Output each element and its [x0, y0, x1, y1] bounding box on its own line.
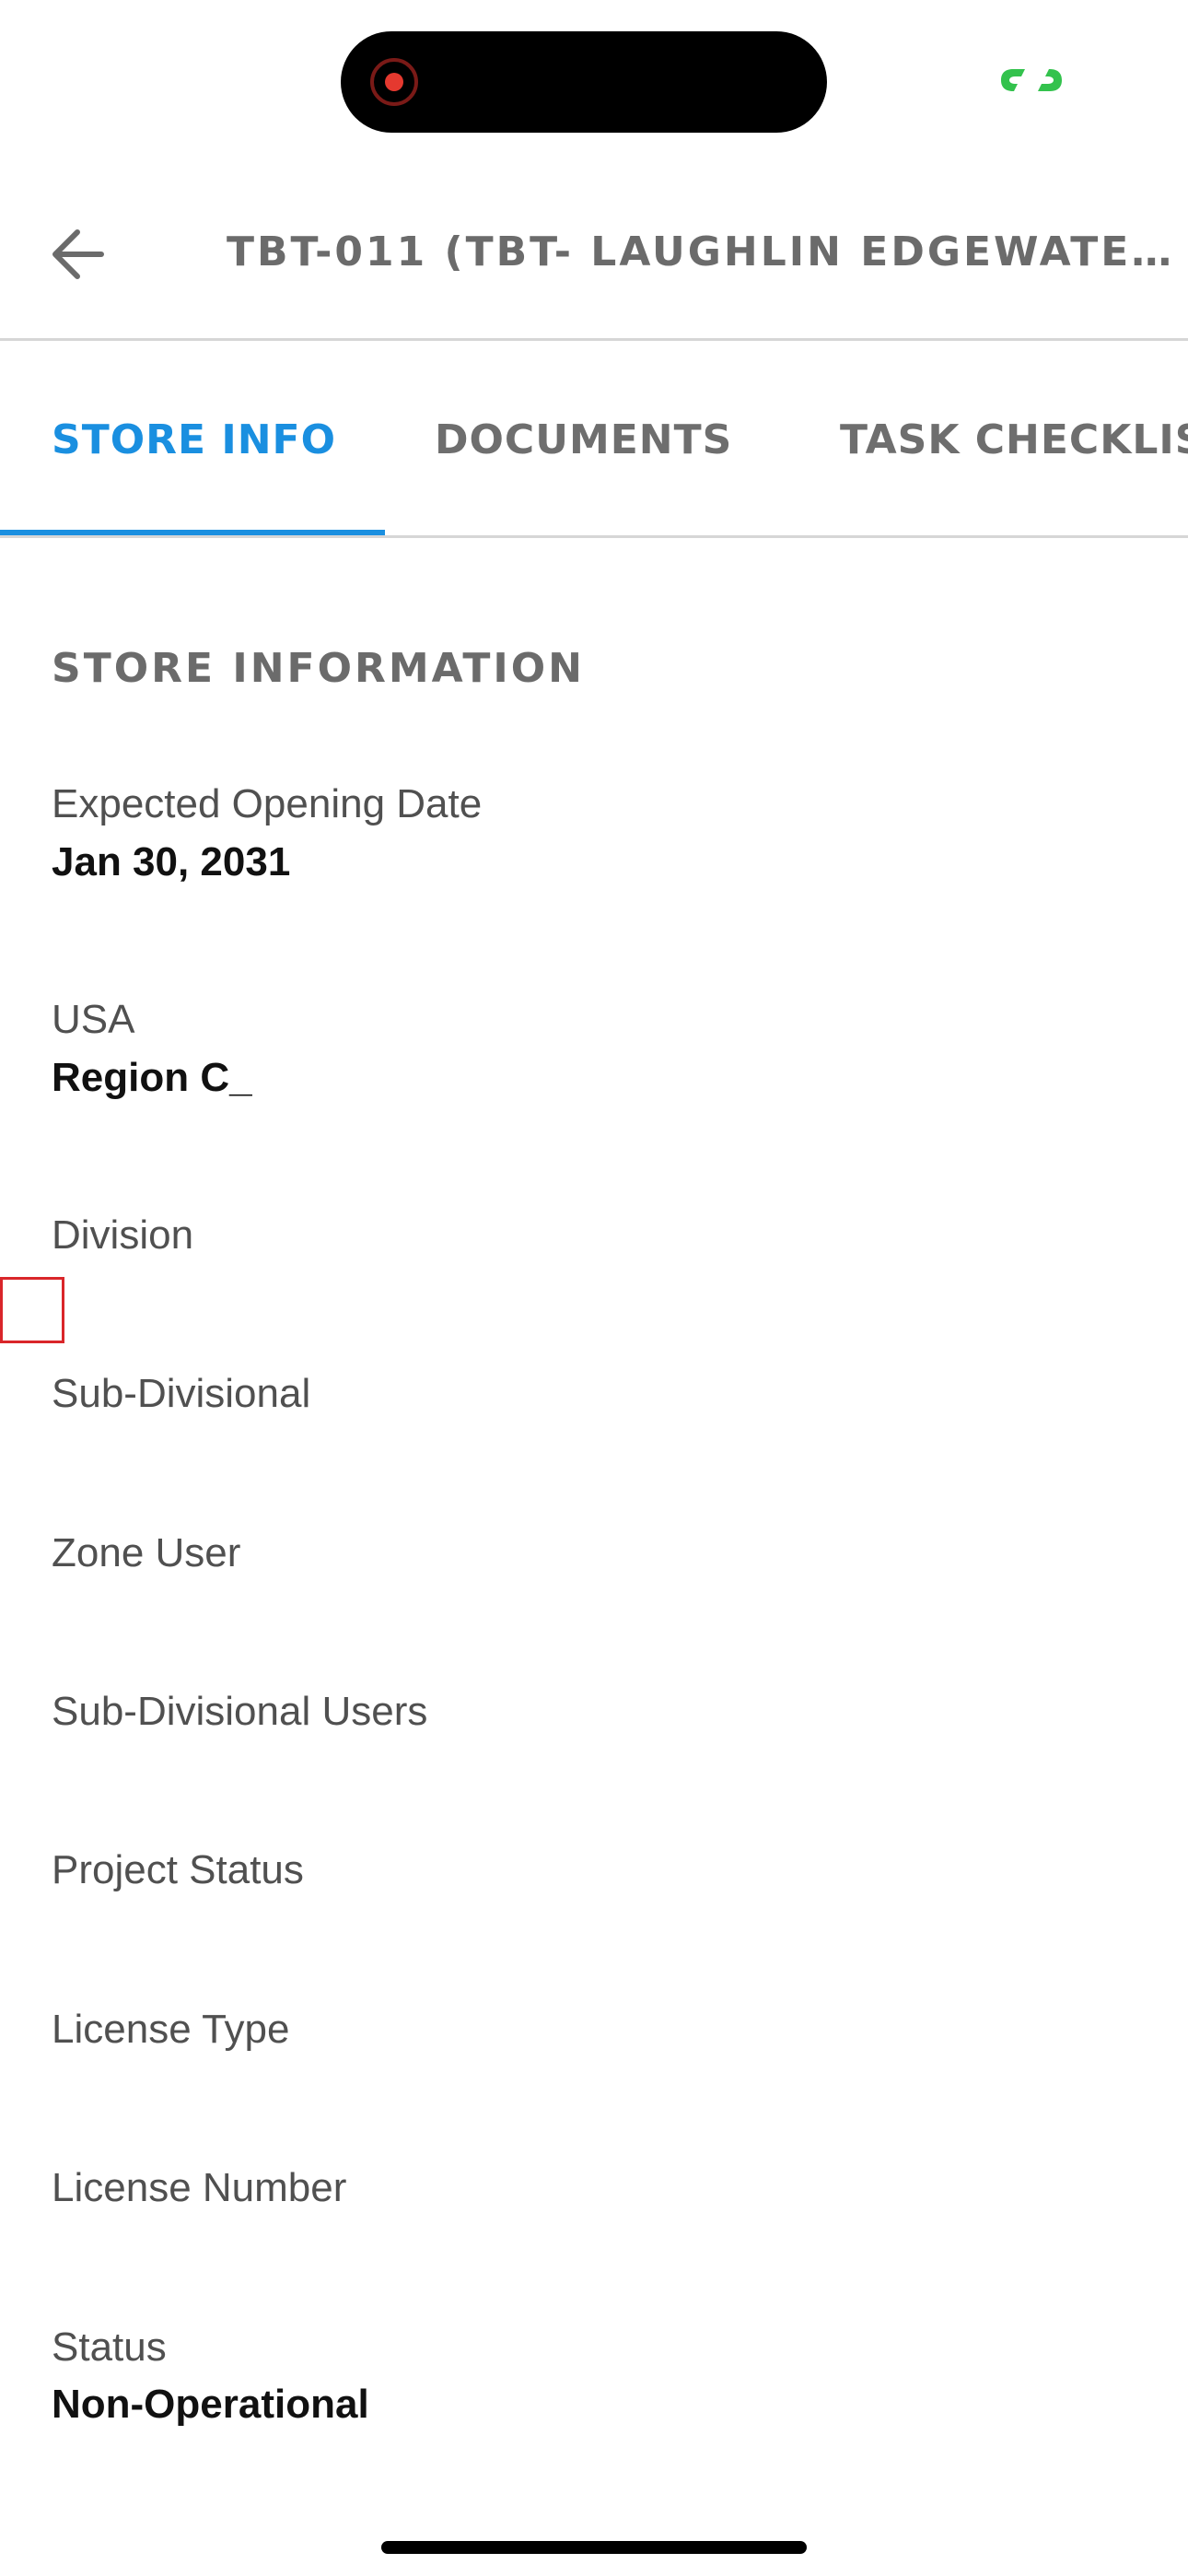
field-label-division: Division	[52, 1212, 194, 1258]
field-label-project-status: Project Status	[52, 1847, 304, 1892]
link-icon	[1001, 69, 1062, 91]
arrow-left-icon	[52, 229, 104, 279]
field-label-usa: USA	[52, 997, 135, 1042]
active-tab-indicator	[0, 530, 385, 535]
field-label-sub-divisional-users: Sub-Divisional Users	[52, 1689, 428, 1734]
field-value-usa: Region C_	[52, 1055, 252, 1100]
tab-documents[interactable]: DOCUMENTS	[435, 413, 732, 468]
tab-store-info[interactable]: STORE INFO	[52, 413, 336, 468]
home-indicator[interactable]	[381, 2541, 807, 2554]
field-label-sub-divisional: Sub-Divisional	[52, 1371, 311, 1416]
field-value-status: Non-Operational	[52, 2382, 369, 2427]
field-value-expected-opening-date: Jan 30, 2031	[52, 839, 291, 884]
section-title: STORE INFORMATION	[52, 645, 585, 692]
screen-recording-icon	[370, 58, 418, 106]
dynamic-island	[341, 31, 827, 133]
page-title: TBT-011 (TBT- LAUGHLIN EDGEWATE…	[227, 228, 1175, 275]
tab-bar: STORE INFO DOCUMENTS TASK CHECKLIS	[0, 341, 1188, 538]
app-header: TBT-011 (TBT- LAUGHLIN EDGEWATE…	[0, 184, 1188, 341]
field-label-zone-user: Zone User	[52, 1530, 241, 1575]
field-label-license-number: License Number	[52, 2165, 347, 2210]
highlight-box	[0, 1277, 64, 1343]
back-button[interactable]	[44, 221, 111, 287]
tab-task-checklist[interactable]: TASK CHECKLIS	[840, 413, 1188, 468]
field-label-expected-opening-date: Expected Opening Date	[52, 781, 483, 826]
field-label-status: Status	[52, 2324, 167, 2370]
field-label-license-type: License Type	[52, 2007, 290, 2052]
